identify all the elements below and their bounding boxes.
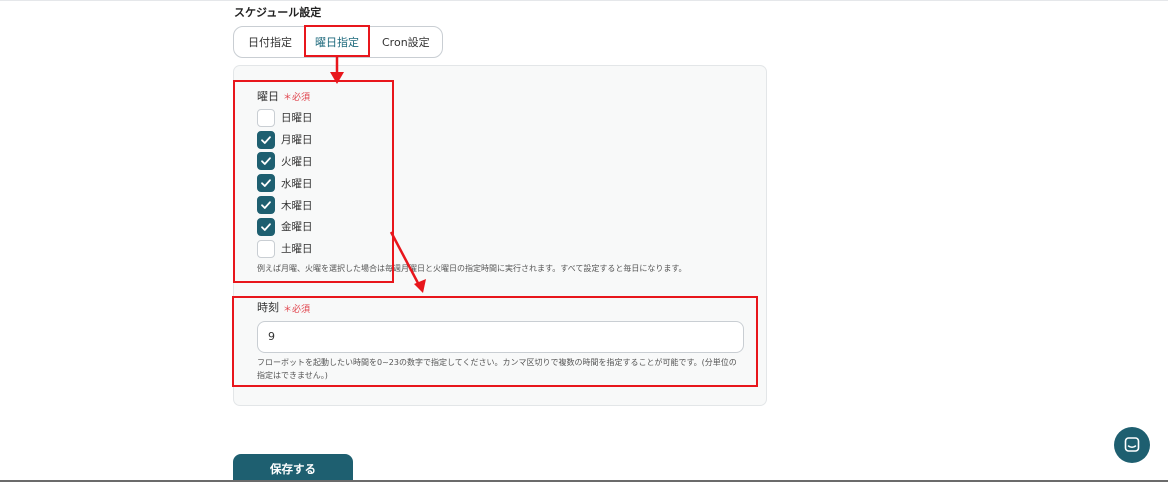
annotation-box-weekday-tab xyxy=(304,25,370,57)
annotation-box-time-field xyxy=(232,296,758,387)
tab-cron[interactable]: Cron設定 xyxy=(382,27,430,57)
chat-button[interactable] xyxy=(1114,427,1150,463)
annotation-box-weekday-field xyxy=(233,80,394,283)
schedule-settings-page: スケジュール設定 日付指定 曜日指定 Cron設定 曜日 ＊必須 日曜日 月曜日… xyxy=(0,0,1168,482)
top-divider xyxy=(0,0,1168,1)
chat-icon xyxy=(1124,437,1140,452)
section-title: スケジュール設定 xyxy=(234,6,322,19)
tab-date[interactable]: 日付指定 xyxy=(248,27,292,57)
save-button[interactable]: 保存する xyxy=(233,454,353,482)
